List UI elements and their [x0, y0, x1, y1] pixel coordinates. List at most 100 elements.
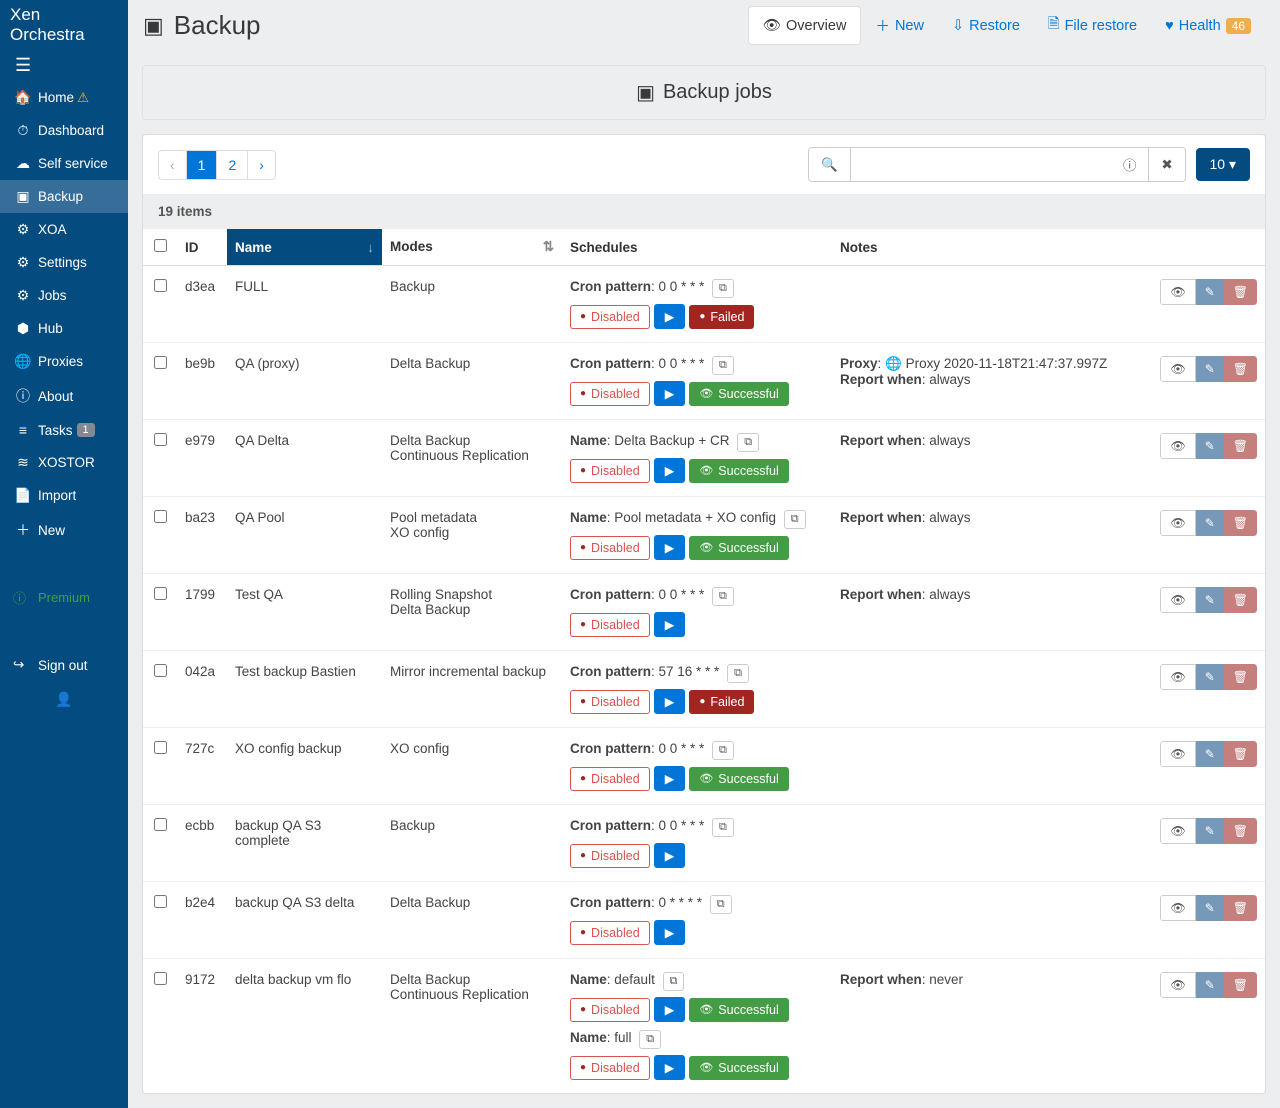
copy-icon[interactable]: ⧉ [712, 818, 734, 837]
delete-icon[interactable]: 🗑 [1224, 279, 1257, 305]
sidebar-item-settings[interactable]: ⚙Settings [0, 246, 128, 279]
page-1[interactable]: 1 [187, 151, 218, 179]
row-checkbox[interactable] [154, 279, 167, 292]
view-icon[interactable]: 👁 [1160, 433, 1195, 459]
disabled-button[interactable]: Disabled [570, 459, 650, 483]
edit-icon[interactable]: ✎ [1196, 972, 1224, 998]
copy-icon[interactable]: ⧉ [663, 972, 685, 991]
sidebar-item-backup[interactable]: ▣Backup [0, 180, 128, 213]
play-button[interactable]: ▶ [654, 689, 686, 714]
search-icon[interactable]: 🔍 [809, 148, 851, 181]
view-icon[interactable]: 👁 [1160, 972, 1195, 998]
play-button[interactable]: ▶ [654, 535, 686, 560]
play-button[interactable]: ▶ [654, 920, 686, 945]
disabled-button[interactable]: Disabled [570, 844, 650, 868]
play-button[interactable]: ▶ [654, 997, 686, 1022]
play-button[interactable]: ▶ [654, 458, 686, 483]
tab-file-restore[interactable]: 🗎File restore [1034, 6, 1151, 45]
delete-icon[interactable]: 🗑 [1224, 895, 1257, 921]
status-successful[interactable]: Successful [689, 382, 788, 406]
row-checkbox[interactable] [154, 433, 167, 446]
row-checkbox[interactable] [154, 741, 167, 754]
sidebar-item-home[interactable]: 🏠Home⚠ [0, 81, 128, 114]
view-icon[interactable]: 👁 [1160, 664, 1195, 690]
status-successful[interactable]: Successful [689, 767, 788, 791]
disabled-button[interactable]: Disabled [570, 382, 650, 406]
disabled-button[interactable]: Disabled [570, 767, 650, 791]
delete-icon[interactable]: 🗑 [1224, 587, 1257, 613]
copy-icon[interactable]: ⧉ [639, 1030, 661, 1049]
sidebar-item-xoa[interactable]: ⚙XOA [0, 213, 128, 246]
disabled-button[interactable]: Disabled [570, 536, 650, 560]
view-icon[interactable]: 👁 [1160, 356, 1195, 382]
edit-icon[interactable]: ✎ [1196, 356, 1224, 382]
col-id[interactable]: ID [177, 229, 227, 266]
status-successful[interactable]: Successful [689, 1056, 788, 1080]
play-button[interactable]: ▶ [654, 304, 686, 329]
row-checkbox[interactable] [154, 895, 167, 908]
delete-icon[interactable]: 🗑 [1224, 433, 1257, 459]
copy-icon[interactable]: ⧉ [727, 664, 749, 683]
search-input[interactable] [851, 148, 1111, 181]
copy-icon[interactable]: ⧉ [712, 356, 734, 375]
status-successful[interactable]: Successful [689, 536, 788, 560]
edit-icon[interactable]: ✎ [1196, 895, 1224, 921]
delete-icon[interactable]: 🗑 [1224, 818, 1257, 844]
view-icon[interactable]: 👁 [1160, 895, 1195, 921]
play-button[interactable]: ▶ [654, 612, 686, 637]
tab-new[interactable]: ＋New [861, 6, 938, 45]
disabled-button[interactable]: Disabled [570, 921, 650, 945]
sidebar-item-dashboard[interactable]: ⏱Dashboard [0, 114, 128, 147]
sidebar-item-about[interactable]: ⓘAbout [0, 378, 128, 414]
edit-icon[interactable]: ✎ [1196, 664, 1224, 690]
delete-icon[interactable]: 🗑 [1224, 356, 1257, 382]
user-icon[interactable]: 👤 [0, 683, 128, 716]
status-failed[interactable]: Failed [689, 690, 754, 714]
sidebar-item-import[interactable]: 📄Import [0, 479, 128, 512]
menu-toggle-icon[interactable]: ☰ [0, 50, 128, 81]
copy-icon[interactable]: ⧉ [712, 741, 734, 760]
delete-icon[interactable]: 🗑 [1224, 741, 1257, 767]
select-all-checkbox[interactable] [154, 239, 167, 252]
delete-icon[interactable]: 🗑 [1224, 510, 1257, 536]
page-2[interactable]: 2 [217, 151, 248, 179]
page-size-dropdown[interactable]: 10 ▾ [1196, 148, 1251, 181]
page-next[interactable]: › [248, 151, 275, 179]
edit-icon[interactable]: ✎ [1196, 587, 1224, 613]
edit-icon[interactable]: ✎ [1196, 818, 1224, 844]
tab-overview[interactable]: 👁Overview [748, 6, 862, 45]
row-checkbox[interactable] [154, 664, 167, 677]
search-info-icon[interactable]: ⓘ [1111, 148, 1149, 181]
row-checkbox[interactable] [154, 356, 167, 369]
sidebar-item-hub[interactable]: ⬢Hub [0, 312, 128, 345]
copy-icon[interactable]: ⧉ [712, 587, 734, 606]
status-successful[interactable]: Successful [689, 998, 788, 1022]
tab-restore[interactable]: ⇩Restore [938, 6, 1034, 45]
view-icon[interactable]: 👁 [1160, 741, 1195, 767]
disabled-button[interactable]: Disabled [570, 1056, 650, 1080]
disabled-button[interactable]: Disabled [570, 613, 650, 637]
search-clear-icon[interactable]: ✖ [1149, 148, 1184, 181]
tab-health[interactable]: ♥Health46 [1151, 6, 1265, 45]
sidebar-item-new[interactable]: ＋New [0, 512, 128, 548]
row-checkbox[interactable] [154, 587, 167, 600]
view-icon[interactable]: 👁 [1160, 818, 1195, 844]
view-icon[interactable]: 👁 [1160, 587, 1195, 613]
copy-icon[interactable]: ⧉ [712, 279, 734, 298]
view-icon[interactable]: 👁 [1160, 279, 1195, 305]
copy-icon[interactable]: ⧉ [710, 895, 732, 914]
status-successful[interactable]: Successful [689, 459, 788, 483]
copy-icon[interactable]: ⧉ [737, 433, 759, 452]
row-checkbox[interactable] [154, 818, 167, 831]
col-name[interactable]: Name ↓ [227, 229, 382, 266]
premium-link[interactable]: ⓘ Premium [0, 578, 128, 617]
sidebar-item-self-service[interactable]: ☁Self service [0, 147, 128, 180]
edit-icon[interactable]: ✎ [1196, 741, 1224, 767]
sidebar-item-tasks[interactable]: ≡Tasks1 [0, 414, 128, 446]
signout-link[interactable]: ↪ Sign out [0, 647, 128, 683]
delete-icon[interactable]: 🗑 [1224, 664, 1257, 690]
edit-icon[interactable]: ✎ [1196, 433, 1224, 459]
sidebar-item-jobs[interactable]: ⚙Jobs [0, 279, 128, 312]
edit-icon[interactable]: ✎ [1196, 510, 1224, 536]
view-icon[interactable]: 👁 [1160, 510, 1195, 536]
